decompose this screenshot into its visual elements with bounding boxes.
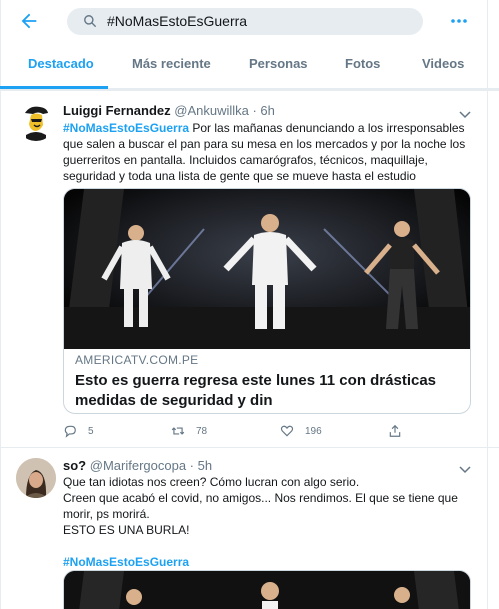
tab-fotos[interactable]: Fotos bbox=[345, 56, 380, 71]
search-tabs: Destacado Más reciente Personas Fotos Vi… bbox=[0, 42, 499, 89]
tweet-line: Creen que acabó el covid, no amigos... N… bbox=[63, 491, 458, 521]
chevron-down-icon[interactable] bbox=[459, 461, 471, 474]
card-image bbox=[64, 189, 470, 349]
reply-count: 5 bbox=[88, 426, 94, 437]
search-icon bbox=[83, 14, 97, 28]
chevron-down-icon[interactable] bbox=[459, 106, 471, 119]
card-domain: AMERICATV.COM.PE bbox=[75, 353, 199, 367]
tweet[interactable]: Luiggi Fernandez @Ankuwillka · 6h #NoMas… bbox=[0, 91, 499, 448]
heart-icon bbox=[280, 425, 294, 437]
reply-icon bbox=[64, 425, 76, 438]
search-header: #NoMasEstoEsGuerra bbox=[0, 0, 499, 42]
handle-time: @Marifergocopa · 5h bbox=[89, 458, 213, 473]
search-query-text: #NoMasEstoEsGuerra bbox=[107, 13, 248, 29]
more-options-icon[interactable] bbox=[448, 13, 470, 29]
tweet-header: so? @Marifergocopa · 5h bbox=[63, 458, 212, 473]
handle-time: @Ankuwillka · 6h bbox=[174, 103, 275, 118]
hashtag-link[interactable]: #NoMasEstoEsGuerra bbox=[63, 121, 189, 135]
card-title: Esto es guerra regresa este lunes 11 con… bbox=[75, 372, 437, 409]
tweet-header: Luiggi Fernandez @Ankuwillka · 6h bbox=[63, 103, 275, 118]
avatar[interactable] bbox=[16, 101, 56, 141]
media-image[interactable] bbox=[63, 570, 471, 609]
tweet-text: #NoMasEstoEsGuerra Por las mañanas denun… bbox=[63, 120, 478, 184]
hashtag-link[interactable]: #NoMasEstoEsGuerra bbox=[63, 554, 478, 570]
retweet-count: 78 bbox=[196, 426, 208, 437]
link-card[interactable]: AMERICATV.COM.PE Esto es guerra regresa … bbox=[63, 188, 471, 414]
tab-videos[interactable]: Videos bbox=[422, 56, 464, 71]
back-arrow-icon[interactable] bbox=[18, 10, 40, 32]
tab-mas-reciente[interactable]: Más reciente bbox=[132, 56, 211, 71]
like-count: 196 bbox=[305, 426, 322, 437]
tab-personas[interactable]: Personas bbox=[249, 56, 308, 71]
display-name[interactable]: Luiggi Fernandez bbox=[63, 103, 171, 118]
tweet[interactable]: so? @Marifergocopa · 5h Que tan idiotas … bbox=[0, 448, 499, 609]
display-name[interactable]: so? bbox=[63, 458, 86, 473]
tweet-text: Que tan idiotas nos creen? Cómo lucran c… bbox=[63, 474, 478, 570]
search-input[interactable]: #NoMasEstoEsGuerra bbox=[67, 8, 423, 35]
retweet-icon bbox=[171, 427, 185, 435]
tweet-line: Que tan idiotas nos creen? Cómo lucran c… bbox=[63, 475, 360, 489]
avatar[interactable] bbox=[16, 458, 56, 498]
share-icon bbox=[389, 424, 401, 437]
tweet-line: ESTO ES UNA BURLA! bbox=[63, 523, 190, 537]
tweet-actions: 5 78 196 bbox=[63, 424, 483, 442]
tab-destacado[interactable]: Destacado bbox=[28, 56, 94, 71]
